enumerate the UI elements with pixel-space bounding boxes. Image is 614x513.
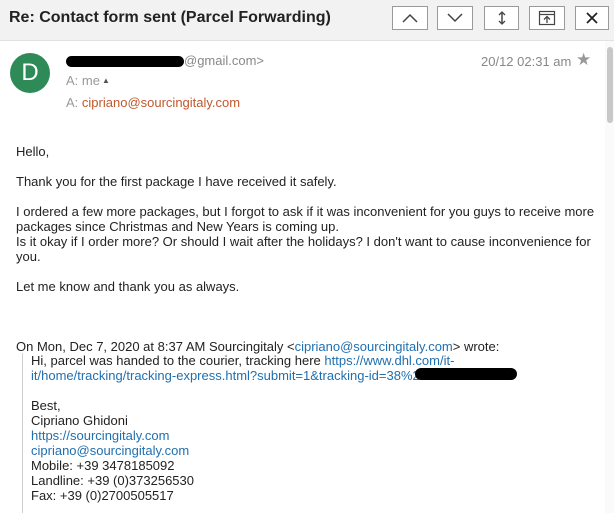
close-icon: [586, 12, 598, 24]
caret-up-icon[interactable]: ▲: [102, 76, 110, 85]
quote-intro: On Mon, Dec 7, 2020 at 8:37 AM Sourcingi…: [16, 339, 500, 354]
paragraph-2a: I ordered a few more packages, but I for…: [16, 204, 595, 234]
quote-email: cipriano@sourcingitaly.com: [31, 443, 583, 458]
cc-email-link[interactable]: cipriano@sourcingitaly.com: [82, 95, 240, 110]
greeting: Hello,: [16, 144, 50, 159]
quote-website: https://sourcingitaly.com: [31, 428, 583, 443]
redacted-sender-name: [66, 56, 184, 68]
paragraph-1: Thank you for the first package I have r…: [16, 174, 337, 189]
to-recipients[interactable]: A: me ▲: [66, 73, 110, 88]
redacted-tracking-id: [415, 368, 517, 380]
previous-message-button[interactable]: [392, 6, 428, 30]
pop-out-icon: [538, 10, 556, 26]
chevron-down-icon: [447, 13, 463, 23]
signature-email-link[interactable]: cipriano@sourcingitaly.com: [31, 443, 189, 458]
chevron-up-icon: [402, 13, 418, 23]
paragraph-2b: Is it okay if I order more? Or should I …: [16, 234, 591, 264]
scrollbar-thumb[interactable]: [607, 47, 613, 123]
cc-recipients: A: cipriano@sourcingitaly.com: [66, 95, 241, 110]
quoted-message: Hi, parcel was handed to the courier, tr…: [22, 353, 583, 513]
sender-address[interactable]: @gmail.com>: [66, 53, 264, 68]
pop-out-button[interactable]: [529, 6, 565, 30]
star-icon[interactable]: ★: [576, 50, 591, 70]
message-subject: Re: Contact form sent (Parcel Forwarding…: [9, 9, 331, 26]
paragraph-3: Let me know and thank you as always.: [16, 279, 240, 294]
quote-intro-email-link[interactable]: cipriano@sourcingitaly.com: [295, 339, 453, 354]
quote-name: Cipriano Ghidoni: [31, 413, 128, 428]
expand-button[interactable]: [484, 6, 519, 30]
expand-vertical-icon: [498, 11, 505, 25]
message-date: 20/12 02:31 am: [481, 54, 572, 69]
message-header: Re: Contact form sent (Parcel Forwarding…: [0, 0, 614, 41]
quote-fax: Fax: +39 (0)2700505517: [31, 488, 174, 503]
quote-signoff: Best,: [31, 398, 61, 413]
quote-mobile: Mobile: +39 3478185092: [31, 458, 175, 473]
close-button[interactable]: [575, 6, 609, 30]
website-link[interactable]: https://sourcingitaly.com: [31, 428, 169, 443]
next-message-button[interactable]: [437, 6, 473, 30]
sender-avatar: D: [10, 53, 50, 93]
quote-landline: Landline: +39 (0)373256530: [31, 473, 195, 488]
